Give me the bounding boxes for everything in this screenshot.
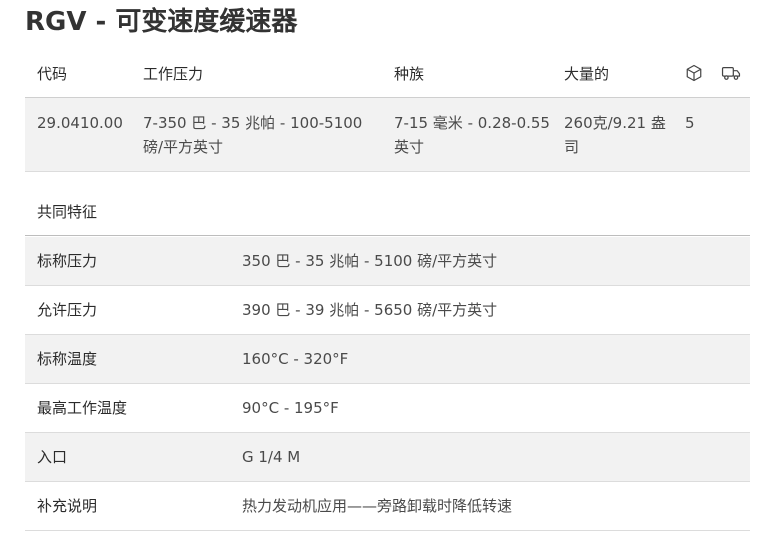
features-title-row: 共同特征 (25, 188, 750, 236)
header-range: 种族 (394, 65, 425, 83)
page-title: RGV - 可变速度缓速器 (25, 6, 297, 38)
feature-value: 90°C - 195°F (242, 399, 339, 417)
feature-label: 标称压力 (37, 252, 98, 270)
row-range: 7-15 毫米 - 0.28-0.55 英寸 (394, 114, 550, 156)
feature-row-nominal-pressure: 标称压力 350 巴 - 35 兆帕 - 5100 磅/平方英寸 (25, 237, 750, 286)
feature-label: 补充说明 (37, 497, 98, 515)
feature-label: 标称温度 (37, 350, 98, 368)
feature-row-nominal-temperature: 标称温度 160°C - 320°F (25, 335, 750, 384)
feature-label: 允许压力 (37, 301, 98, 319)
feature-value: 热力发动机应用——旁路卸载时降低转速 (242, 497, 513, 515)
feature-row-notes: 补充说明 热力发动机应用——旁路卸载时降低转速 (25, 482, 750, 531)
product-code-title: RGV (25, 7, 87, 37)
feature-row-allowed-pressure: 允许压力 390 巴 - 39 兆帕 - 5650 磅/平方英寸 (25, 286, 750, 335)
title-separator: - (86, 7, 116, 37)
feature-value: 160°C - 320°F (242, 350, 349, 368)
box-icon (686, 64, 702, 82)
header-working-pressure: 工作压力 (143, 65, 204, 83)
feature-value: 390 巴 - 39 兆帕 - 5650 磅/平方英寸 (242, 301, 498, 319)
product-table-header: 代码 工作压力 种族 大量的 (25, 50, 750, 98)
header-shipping (721, 50, 745, 98)
feature-label: 最高工作温度 (37, 399, 128, 417)
feature-label: 入口 (37, 448, 68, 466)
feature-value: G 1/4 M (242, 448, 301, 466)
header-code: 代码 (37, 65, 68, 83)
row-code: 29.0410.00 (37, 114, 123, 132)
table-row: 29.0410.00 7-350 巴 - 35 兆帕 - 100-5100 磅/… (25, 98, 750, 172)
feature-row-max-working-temperature: 最高工作温度 90°C - 195°F (25, 384, 750, 433)
row-weight: 260克/9.21 盎司 (564, 114, 666, 156)
feature-row-inlet: 入口 G 1/4 M (25, 433, 750, 482)
features-title: 共同特征 (37, 203, 98, 221)
row-quantity: 5 (685, 114, 695, 132)
product-name-title: 可变速度缓速器 (115, 7, 298, 37)
truck-icon (721, 67, 741, 80)
header-package (685, 50, 715, 98)
feature-value: 350 巴 - 35 兆帕 - 5100 磅/平方英寸 (242, 252, 498, 270)
row-working-pressure: 7-350 巴 - 35 兆帕 - 100-5100 磅/平方英寸 (143, 114, 363, 156)
header-weight: 大量的 (564, 65, 610, 83)
